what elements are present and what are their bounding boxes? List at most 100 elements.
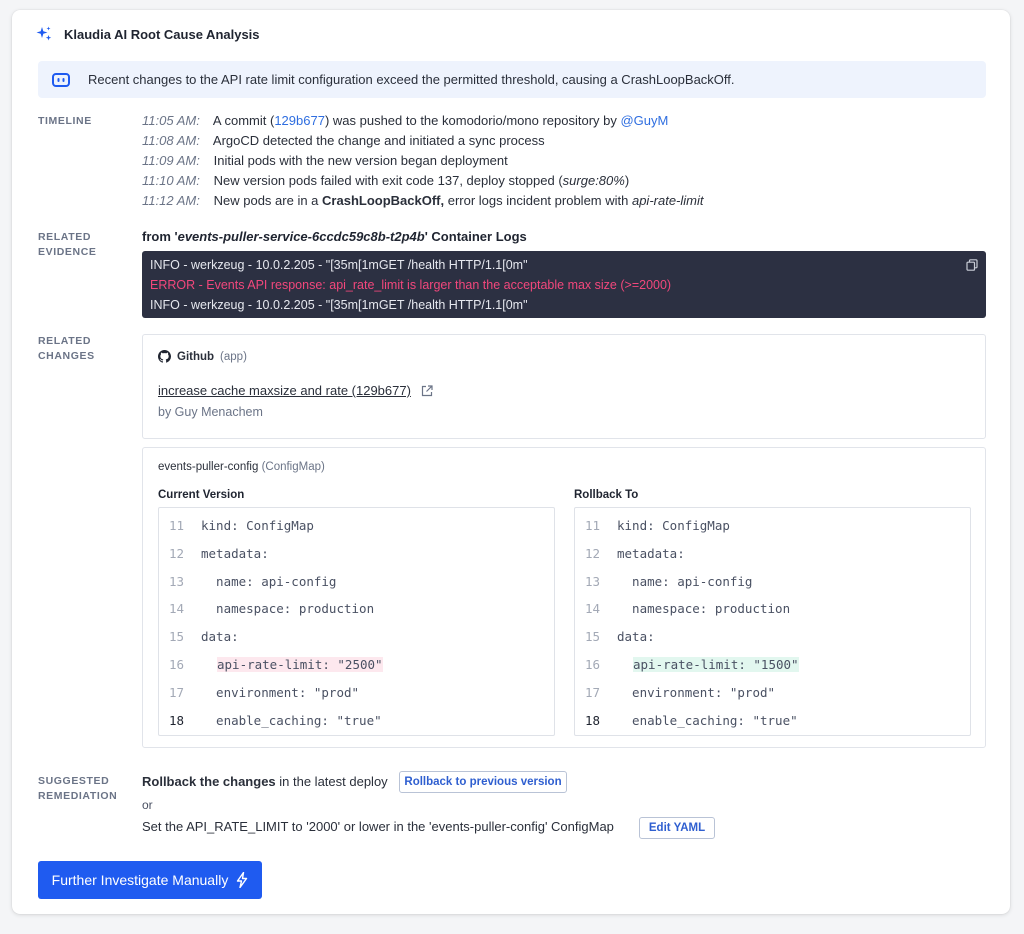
remediation-text: in the latest deploy — [275, 774, 388, 789]
line-number: 14 — [585, 601, 601, 617]
code-text: namespace: production — [617, 601, 791, 617]
timeline-time: 11:09 AM: — [142, 153, 200, 168]
timeline-text: Initial pods with the new version began … — [213, 153, 508, 168]
rollback-version-code: 11 kind: ConfigMap 12 metadata: 13 name: a… — [574, 507, 971, 736]
code-text: data: — [201, 629, 239, 645]
code-line: 16 api-rate-limit: "2500" — [159, 651, 554, 679]
evidence-label-line: RELATED — [38, 231, 92, 243]
changes-label-line: RELATED — [38, 335, 92, 347]
rollback-to-label: Rollback To — [574, 489, 639, 501]
evidence-label-line: EVIDENCE — [38, 246, 97, 258]
github-icon — [158, 350, 171, 363]
code-text: enable_caching: "true" — [201, 712, 382, 728]
card-header: Klaudia AI Root Cause Analysis — [36, 26, 260, 42]
timeline-label: TIMELINE — [38, 115, 92, 127]
code-line: 16 api-rate-limit: "1500" — [575, 651, 970, 679]
rca-card: Klaudia AI Root Cause Analysis Recent ch… — [12, 10, 1010, 914]
code-line: 18 enable_caching: "true" — [575, 707, 970, 735]
github-sub: (app) — [220, 350, 247, 363]
code-text: namespace: production — [201, 601, 375, 617]
code-line: 14 namespace: production — [575, 595, 970, 623]
timeline-text: New version pods failed with exit code 1… — [213, 173, 563, 188]
code-text: kind: ConfigMap — [617, 518, 730, 533]
evidence-suffix: ' Container Logs — [424, 229, 527, 244]
user-link[interactable]: @GuyM — [620, 113, 668, 128]
remediation-strong: Rollback the changes — [142, 774, 276, 789]
changed-value-removed: api-rate-limit: "2500" — [217, 656, 383, 672]
line-number: 13 — [169, 573, 185, 589]
code-text: environment: "prod" — [617, 684, 776, 700]
github-name: Github — [177, 350, 215, 363]
sparkle-icon — [36, 26, 52, 41]
line-number: 11 — [585, 518, 601, 533]
changed-value-added: api-rate-limit: "1500" — [633, 656, 799, 672]
timeline-emphasis: surge:80% — [562, 173, 625, 188]
code-line: 13 name: api-config — [159, 568, 554, 596]
timeline-item: 11:09 AM: Initial pods with the new vers… — [142, 151, 703, 171]
code-text: enable_caching: "true" — [617, 712, 798, 728]
line-number: 12 — [169, 545, 185, 561]
copy-icon[interactable] — [966, 259, 978, 271]
log-line: INFO - werkzeug - 10.0.2.205 - "[35m[1mG… — [150, 298, 528, 312]
timeline-text: ArgoCD detected the change and initiated… — [212, 133, 545, 148]
code-line: 17 environment: "prod" — [575, 679, 970, 707]
timeline-text: New pods are in a — [213, 193, 323, 208]
code-text: kind: ConfigMap — [201, 518, 314, 533]
or-separator: or — [142, 798, 153, 812]
remediation-step-2: Set the API_RATE_LIMIT to '2000' or lowe… — [142, 819, 614, 834]
configmap-kind: (ConfigMap) — [261, 461, 325, 473]
container-logs: INFO - werkzeug - 10.0.2.205 - "[35m[1mG… — [142, 251, 986, 318]
further-investigate-label: Further Investigate Manually — [51, 872, 229, 888]
code-line: 12 metadata: — [575, 540, 970, 568]
code-line: 18 enable_caching: "true" — [159, 707, 554, 735]
timeline-strong: CrashLoopBackOff, — [322, 193, 445, 208]
code-text: metadata: — [617, 545, 685, 561]
further-investigate-button[interactable]: Further Investigate Manually — [38, 861, 262, 899]
commit-title[interactable]: increase cache maxsize and rate (129b677… — [158, 383, 411, 398]
code-line: 13 name: api-config — [575, 568, 970, 596]
remediation-label-line: SUGGESTED — [38, 775, 110, 787]
log-line: INFO - werkzeug - 10.0.2.205 - "[35m[1mG… — [150, 258, 528, 272]
evidence-label: RELATED EVIDENCE — [38, 230, 96, 260]
line-number: 15 — [169, 629, 185, 645]
github-header: Github (app) — [158, 350, 247, 363]
code-text: metadata: — [201, 545, 269, 561]
code-line: 11 kind: ConfigMap — [575, 512, 970, 540]
timeline-time: 11:10 AM: — [142, 173, 200, 188]
bot-icon — [52, 72, 70, 87]
configmap-name: events-puller-config — [158, 461, 259, 473]
timeline-text: ) was pushed to the komodorio/mono repos… — [324, 113, 621, 128]
timeline: 11:05 AM: A commit (129b677) was pushed … — [142, 111, 703, 211]
changes-label-line: CHANGES — [38, 350, 95, 362]
timeline-item: 11:10 AM: New version pods failed with e… — [142, 171, 703, 191]
commit-title-link[interactable]: increase cache maxsize and rate (129b677… — [158, 383, 433, 398]
external-link-icon[interactable] — [421, 384, 433, 397]
commit-link[interactable]: 129b677 — [274, 113, 325, 128]
timeline-text: ) — [624, 173, 630, 188]
line-number: 15 — [585, 629, 601, 645]
commit-author: by Guy Menachem — [158, 405, 263, 419]
current-version-code: 11 kind: ConfigMap 12 metadata: 13 name: a… — [158, 507, 555, 736]
timeline-item: 11:05 AM: A commit (129b677) was pushed … — [142, 111, 703, 131]
code-line: 12 metadata: — [159, 540, 554, 568]
code-line: 11 kind: ConfigMap — [159, 512, 554, 540]
line-number: 14 — [169, 601, 185, 617]
github-change-card: Github (app) increase cache maxsize and … — [142, 334, 986, 439]
rollback-button[interactable]: Rollback to previous version — [399, 771, 567, 793]
timeline-text: A commit ( — [212, 113, 275, 128]
line-number: 17 — [169, 684, 185, 700]
summary-banner: Recent changes to the API rate limit con… — [38, 61, 986, 98]
code-text: data: — [617, 629, 655, 645]
edit-yaml-button[interactable]: Edit YAML — [639, 817, 715, 839]
code-line: 14 namespace: production — [159, 595, 554, 623]
evidence-source: events-puller-service-6ccdc59c8b-t2p4b — [177, 229, 425, 244]
log-line-error: ERROR - Events API response: api_rate_li… — [150, 278, 672, 292]
remediation-label: SUGGESTED REMEDIATION — [38, 774, 117, 804]
timeline-emphasis: api-rate-limit — [631, 193, 704, 208]
evidence-title: from 'events-puller-service-6ccdc59c8b-t… — [142, 229, 527, 244]
code-line: 15 data: — [159, 623, 554, 651]
line-number: 18 — [585, 712, 601, 728]
timeline-time: 11:08 AM: — [142, 133, 200, 148]
lightning-icon — [237, 872, 248, 888]
timeline-item: 11:08 AM: ArgoCD detected the change and… — [142, 131, 703, 151]
